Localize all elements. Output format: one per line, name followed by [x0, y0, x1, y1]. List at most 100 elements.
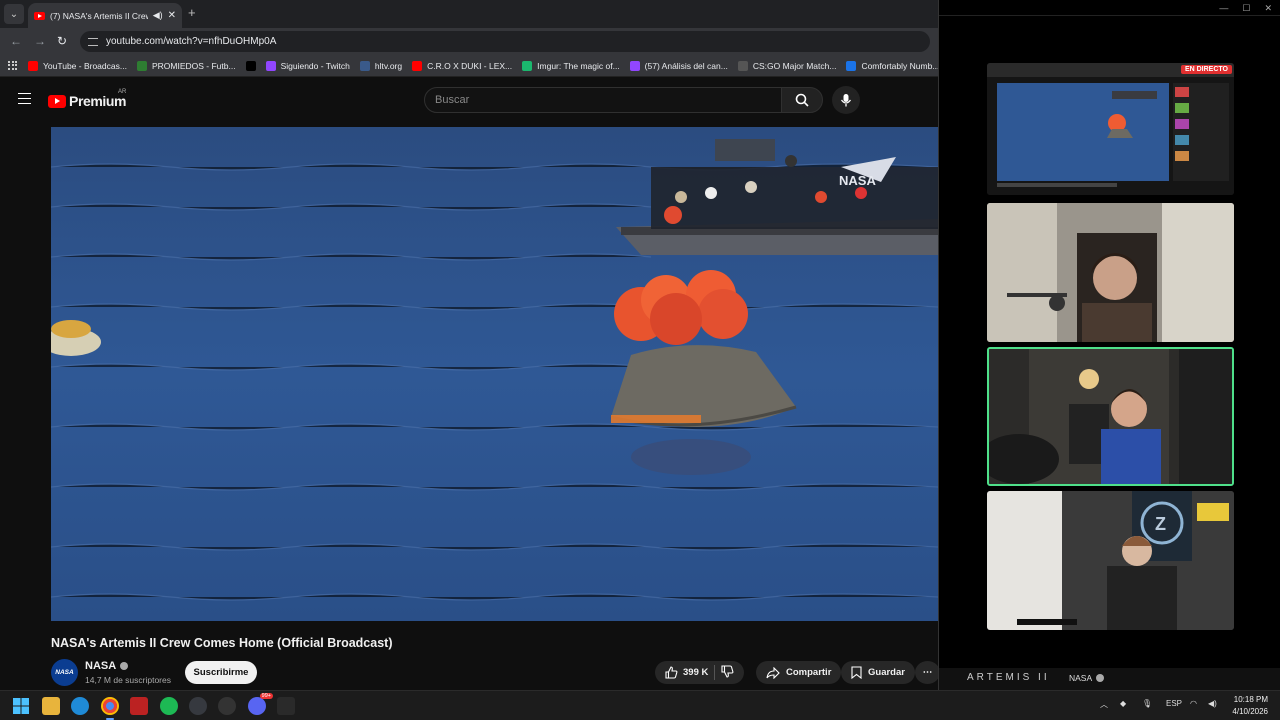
bookmark-item[interactable]: Imgur: The magic of... — [522, 60, 620, 71]
reload-icon[interactable]: ↻ — [57, 34, 67, 48]
chrome-icon[interactable] — [101, 697, 119, 720]
webcam-3: Z — [987, 491, 1234, 630]
bookmark-favicon-icon — [412, 60, 423, 71]
bookmark-label: (57) Análisis del can... — [644, 60, 728, 71]
close-tab-icon[interactable]: ✕ — [168, 10, 176, 21]
spotify-icon[interactable] — [160, 697, 178, 715]
bookmark-item[interactable]: PROMIEDOS - Futb... — [136, 60, 236, 71]
share-arrow-icon — [766, 666, 780, 679]
like-button[interactable]: 399 K — [665, 666, 708, 679]
divider — [714, 665, 716, 680]
steam-icon[interactable] — [218, 697, 236, 715]
wifi-icon[interactable]: ◠ — [1190, 699, 1197, 708]
tab-active[interactable]: (7) NASA's Artemis II Crew C ◀) ✕ — [28, 3, 182, 28]
youtube-favicon-icon — [34, 11, 45, 20]
search-placeholder: Buscar — [435, 94, 470, 106]
overlay-video-title: ARTEMIS II — [967, 672, 1050, 683]
bookmark-favicon-icon — [136, 60, 147, 71]
channel-name-text: NASA — [85, 660, 117, 672]
epic-games-icon[interactable] — [277, 697, 295, 715]
subscriber-count: 14,7 M de suscriptores — [85, 675, 171, 685]
back-arrow-icon[interactable]: ← — [10, 34, 22, 48]
screen-capture-thumbnail — [987, 63, 1234, 195]
stream-overlay-window: — ☐ ✕ EN DIRECTO Z ARTEMIS II NASA — [938, 0, 1280, 690]
bookmark-label: PROMIEDOS - Futb... — [151, 60, 236, 71]
browser-toolbar: ← → ↻ youtube.com/watch?v=nfhDuOHMp0A — [0, 28, 940, 55]
webcam-1 — [987, 203, 1234, 342]
app-taskbar-icon[interactable] — [130, 697, 148, 715]
chevron-up-icon[interactable]: ︿ — [1100, 699, 1108, 710]
bookmark-item[interactable]: (57) Análisis del can... — [629, 60, 728, 71]
bookmark-label: Siguiendo - Twitch — [280, 60, 350, 71]
site-info-icon[interactable] — [88, 37, 98, 46]
dislike-button[interactable] — [721, 664, 734, 681]
bookmark-favicon-icon — [265, 60, 276, 71]
bookmark-label: hltv.org — [374, 60, 403, 71]
share-label: Compartir — [786, 667, 832, 678]
menu-icon[interactable] — [18, 93, 31, 104]
microphone-tray-icon[interactable]: 🎙 — [1142, 699, 1152, 708]
bookmark-item[interactable]: C.R.O X DUKI - LEX... — [412, 60, 513, 71]
notification-badge: 99+ — [259, 693, 273, 699]
forward-arrow-icon[interactable]: → — [34, 34, 46, 48]
screen-capture-pane: EN DIRECTO — [987, 63, 1234, 195]
minimize-icon[interactable]: — — [1219, 3, 1228, 14]
network-tray-icon[interactable]: ◆ — [1120, 699, 1126, 708]
windows-start-icon[interactable] — [12, 697, 30, 715]
bookmark-item[interactable]: hltv.org — [359, 60, 403, 71]
obs-icon[interactable] — [189, 697, 207, 715]
subscribe-button[interactable]: Suscribirme — [185, 661, 257, 684]
youtube-logo[interactable]: Premium — [48, 93, 127, 109]
share-button[interactable]: Compartir — [756, 661, 842, 684]
new-tab-button[interactable]: + — [188, 5, 196, 20]
search-button[interactable] — [781, 87, 823, 113]
video-frame: NASA — [51, 127, 938, 621]
more-dots-icon: ⋯ — [922, 667, 933, 678]
maximize-icon[interactable]: ☐ — [1242, 3, 1250, 14]
apps-grid-icon[interactable] — [8, 60, 18, 71]
video-player[interactable]: NASA — [51, 127, 938, 621]
volume-icon[interactable]: ◀) — [1208, 699, 1217, 708]
save-button[interactable]: Guardar — [841, 661, 915, 684]
video-title: NASA's Artemis II Crew Comes Home (Offic… — [51, 636, 393, 650]
file-explorer-icon[interactable] — [42, 697, 60, 715]
url-text: youtube.com/watch?v=nfhDuOHMp0A — [106, 36, 277, 47]
more-actions-button[interactable]: ⋯ — [915, 661, 940, 684]
overlay-channel-name: NASA — [1069, 673, 1093, 683]
close-window-icon[interactable]: ✕ — [1264, 3, 1272, 14]
bookmark-item[interactable]: Comfortably Numb... — [846, 60, 940, 71]
edge-browser-icon[interactable] — [71, 697, 89, 715]
address-bar[interactable]: youtube.com/watch?v=nfhDuOHMp0A — [80, 31, 930, 52]
webcam-2-active — [987, 347, 1234, 486]
bookmark-item[interactable] — [245, 60, 256, 71]
logo-text: Premium — [69, 93, 127, 109]
svg-text:Z: Z — [1155, 514, 1166, 534]
discord-icon[interactable]: 99+ — [248, 693, 273, 715]
channel-name[interactable]: NASA — [85, 660, 129, 672]
bookmark-favicon-icon — [846, 60, 857, 71]
bookmark-favicon-icon — [245, 60, 256, 71]
webcam-2-image — [989, 349, 1232, 484]
bookmark-label: Comfortably Numb... — [861, 60, 940, 71]
system-clock[interactable]: 10:18 PM 4/10/2026 — [1232, 694, 1268, 718]
bookmark-item[interactable]: CS:GO Major Match... — [737, 60, 837, 71]
language-indicator[interactable]: ESP — [1166, 699, 1182, 708]
speaker-icon[interactable]: ◀) — [153, 10, 163, 21]
overlay-bottom-bar: ARTEMIS II NASA — [939, 668, 1280, 690]
bookmark-label: CS:GO Major Match... — [752, 60, 837, 71]
bookmark-label: C.R.O X DUKI - LEX... — [427, 60, 513, 71]
thumbs-up-icon — [665, 666, 678, 679]
bookmark-item[interactable]: Siguiendo - Twitch — [265, 60, 350, 71]
bookmark-item[interactable]: YouTube - Broadcas... — [28, 60, 127, 71]
search-input[interactable]: Buscar — [424, 87, 782, 113]
tab-search-button[interactable]: ⌄ — [4, 4, 24, 24]
youtube-play-icon — [48, 94, 66, 108]
tab-title: (7) NASA's Artemis II Crew C — [50, 10, 148, 21]
webcam-1-image — [987, 203, 1234, 342]
bookmark-favicon-icon — [522, 60, 533, 71]
clock-time: 10:18 PM — [1233, 695, 1268, 704]
channel-avatar[interactable]: NASA — [51, 659, 78, 686]
voice-search-button[interactable] — [832, 86, 860, 114]
thumbs-down-icon — [721, 664, 734, 678]
screen: ⌄ (7) NASA's Artemis II Crew C ◀) ✕ + ← … — [0, 0, 1280, 720]
